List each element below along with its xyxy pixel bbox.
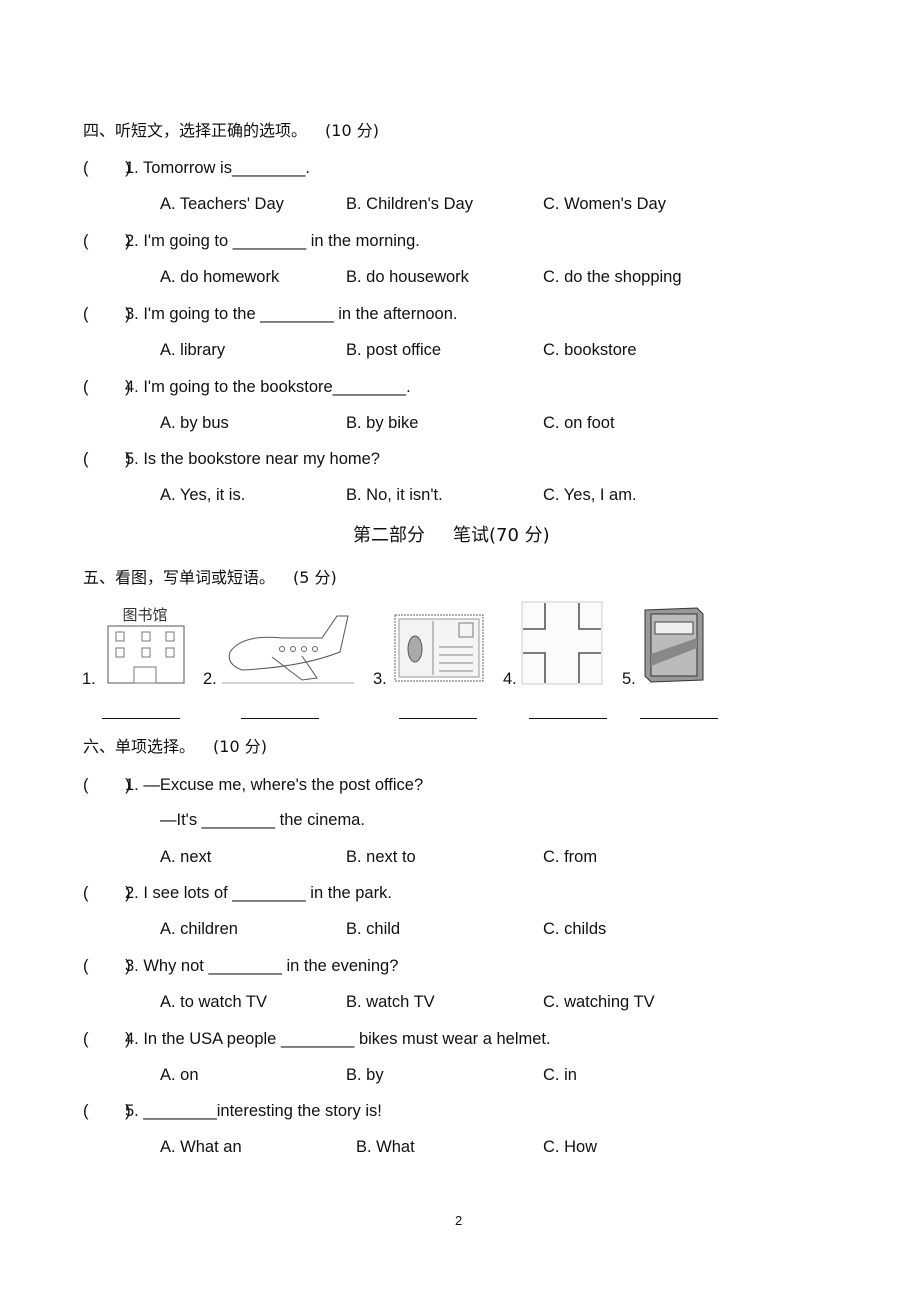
airplane-picture bbox=[222, 615, 354, 684]
question-text: 5. ________interesting the story is! bbox=[125, 1102, 382, 1120]
answer-bracket[interactable]: ( ) bbox=[83, 1029, 131, 1049]
page-number: 2 bbox=[455, 1213, 463, 1228]
question-text: 3. I'm going to the ________ in the afte… bbox=[125, 305, 458, 323]
section5-title: 五、看图，写单词或短语。 bbox=[83, 568, 276, 587]
option-a[interactable]: A. What an bbox=[160, 1137, 242, 1157]
answer-bracket[interactable]: ( ) bbox=[83, 449, 131, 469]
postcard-picture bbox=[394, 614, 484, 682]
option-b[interactable]: B. watch TV bbox=[346, 992, 435, 1012]
picture-number: 5. bbox=[622, 670, 636, 688]
question-text: 2. I'm going to ________ in the morning. bbox=[125, 232, 420, 250]
section5-score: (5 分) bbox=[293, 568, 337, 587]
answer-bracket[interactable]: ( ) bbox=[83, 775, 131, 795]
part2-heading: 第二部分 笔试(70 分) bbox=[353, 526, 550, 546]
option-c[interactable]: C. Women's Day bbox=[543, 194, 666, 214]
question-text-line2: —It's ________ the cinema. bbox=[160, 811, 365, 829]
question-text: 5. Is the bookstore near my home? bbox=[125, 450, 380, 468]
option-b[interactable]: B. post office bbox=[346, 340, 441, 360]
option-a[interactable]: A. do homework bbox=[160, 267, 279, 287]
answer-bracket[interactable]: ( ) bbox=[83, 158, 131, 178]
part2-title: 第二部分 bbox=[353, 525, 425, 546]
option-b[interactable]: B. next to bbox=[346, 847, 416, 867]
option-a[interactable]: A. to watch TV bbox=[160, 992, 267, 1012]
question-text: 4. In the USA people ________ bikes must… bbox=[125, 1030, 551, 1048]
option-a[interactable]: A. by bus bbox=[160, 413, 229, 433]
answer-bracket[interactable]: ( ) bbox=[83, 377, 131, 397]
section6-title: 六、单项选择。 bbox=[83, 737, 196, 756]
option-c[interactable]: C. watching TV bbox=[543, 992, 655, 1012]
option-b[interactable]: B. by bike bbox=[346, 413, 418, 433]
section6-heading: 六、单项选择。 (10 分) bbox=[83, 737, 267, 757]
option-b[interactable]: B. child bbox=[346, 919, 400, 939]
option-a[interactable]: A. library bbox=[160, 340, 225, 360]
section4-score: (10 分) bbox=[325, 121, 379, 140]
option-c[interactable]: C. How bbox=[543, 1137, 597, 1157]
picture-number: 1. bbox=[82, 670, 96, 688]
answer-bracket[interactable]: ( ) bbox=[83, 231, 131, 251]
section5-heading: 五、看图，写单词或短语。 (5 分) bbox=[83, 568, 337, 588]
question-text: 1. Tomorrow is________. bbox=[125, 159, 310, 177]
answer-blank[interactable] bbox=[241, 718, 319, 719]
section4-heading: 四、听短文，选择正确的选项。 (10 分) bbox=[83, 121, 379, 141]
option-b[interactable]: B. do housework bbox=[346, 267, 469, 287]
answer-bracket[interactable]: ( ) bbox=[83, 883, 131, 903]
answer-bracket[interactable]: ( ) bbox=[83, 1101, 131, 1121]
picture-number: 3. bbox=[373, 670, 387, 688]
option-a[interactable]: A. Teachers' Day bbox=[160, 194, 284, 214]
answer-blank[interactable] bbox=[529, 718, 607, 719]
option-b[interactable]: B. What bbox=[356, 1137, 415, 1157]
library-building-picture: 图书馆 bbox=[107, 606, 185, 684]
question-text: 1. —Excuse me, where's the post office? bbox=[125, 776, 424, 794]
option-a[interactable]: A. on bbox=[160, 1065, 199, 1085]
dictionary-book-picture bbox=[644, 607, 704, 683]
question-text: 4. I'm going to the bookstore________. bbox=[125, 378, 411, 396]
part2-subtitle: 笔试(70 分) bbox=[453, 525, 550, 546]
option-c[interactable]: C. do the shopping bbox=[543, 267, 682, 287]
answer-bracket[interactable]: ( ) bbox=[83, 956, 131, 976]
option-c[interactable]: C. from bbox=[543, 847, 597, 867]
worksheet-page: 四、听短文，选择正确的选项。 (10 分) ( ) 1. Tomorrow is__… bbox=[0, 0, 920, 1303]
answer-blank[interactable] bbox=[102, 718, 180, 719]
picture-number: 4. bbox=[503, 670, 517, 688]
question-text: 2. I see lots of ________ in the park. bbox=[125, 884, 392, 902]
option-c[interactable]: C. Yes, I am. bbox=[543, 485, 637, 505]
option-a[interactable]: A. children bbox=[160, 919, 238, 939]
crossroads-picture bbox=[521, 601, 603, 685]
section4-title: 四、听短文，选择正确的选项。 bbox=[83, 121, 308, 140]
question-text: 3. Why not ________ in the evening? bbox=[125, 957, 399, 975]
option-c[interactable]: C. bookstore bbox=[543, 340, 637, 360]
option-c[interactable]: C. childs bbox=[543, 919, 606, 939]
option-c[interactable]: C. in bbox=[543, 1065, 577, 1085]
option-b[interactable]: B. No, it isn't. bbox=[346, 485, 443, 505]
picture-number: 2. bbox=[203, 670, 217, 688]
answer-blank[interactable] bbox=[640, 718, 718, 719]
option-c[interactable]: C. on foot bbox=[543, 413, 615, 433]
option-b[interactable]: B. Children's Day bbox=[346, 194, 473, 214]
option-b[interactable]: B. by bbox=[346, 1065, 384, 1085]
section6-score: (10 分) bbox=[213, 737, 267, 756]
option-a[interactable]: A. next bbox=[160, 847, 211, 867]
answer-bracket[interactable]: ( ) bbox=[83, 304, 131, 324]
library-sign: 图书馆 bbox=[122, 606, 167, 624]
option-a[interactable]: A. Yes, it is. bbox=[160, 485, 245, 505]
answer-blank[interactable] bbox=[399, 718, 477, 719]
